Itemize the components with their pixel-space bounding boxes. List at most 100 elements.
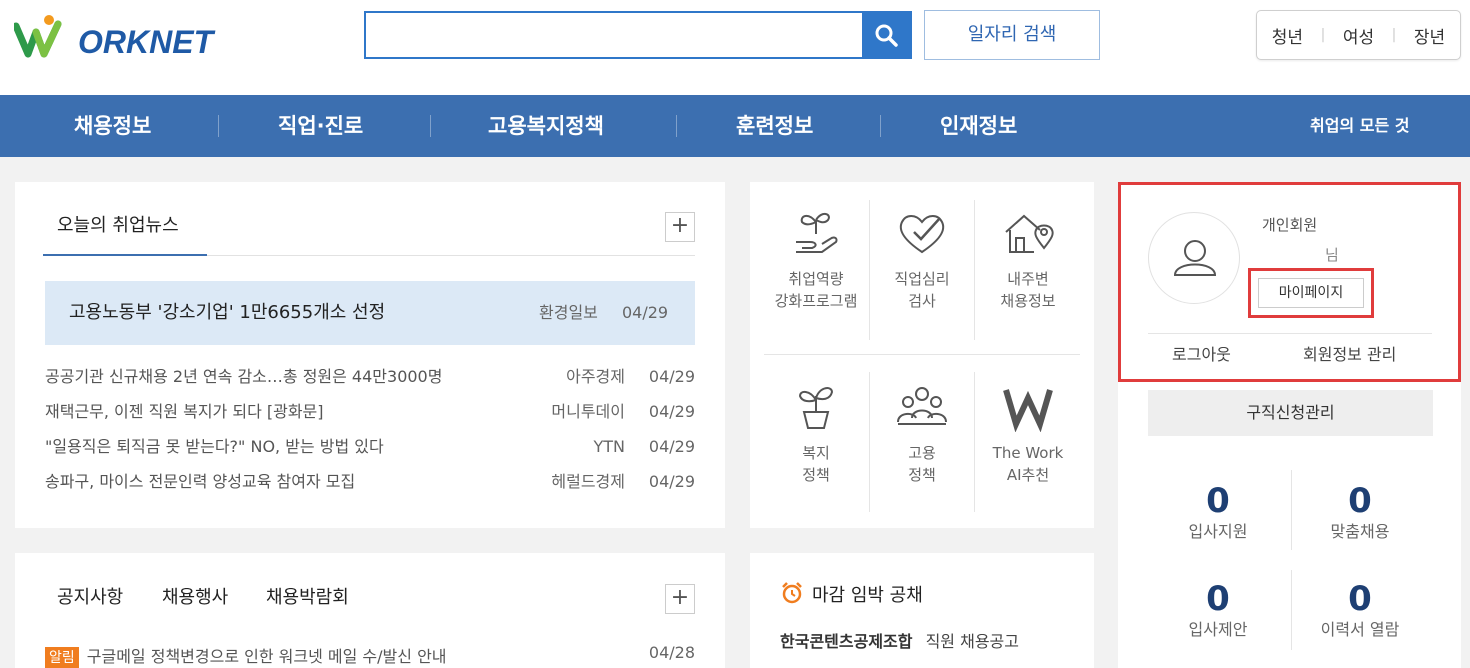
headline-title: 고용노동부 '강소기업' 1만6655개소 선정 bbox=[69, 302, 386, 323]
news-source: YTN bbox=[593, 437, 625, 456]
news-date: 04/29 bbox=[648, 402, 695, 421]
nav-divider bbox=[218, 115, 219, 137]
service-label-1: 내주변 bbox=[1007, 270, 1049, 288]
nav-divider bbox=[430, 115, 431, 137]
news-source: 헤럴드경제 bbox=[551, 472, 625, 491]
service-label-2: AI추천 bbox=[1006, 466, 1050, 484]
stat-offers[interactable]: 0 입사제안 bbox=[1148, 580, 1288, 642]
nav-item-training[interactable]: 훈련정보 bbox=[736, 95, 813, 157]
nav-item-all-about-jobs[interactable]: 취업의 모든 것 bbox=[1310, 95, 1409, 157]
stat-resume-views[interactable]: 0 이력서 열람 bbox=[1290, 580, 1430, 642]
divider bbox=[974, 200, 975, 340]
service-label-1: 직업심리 bbox=[894, 270, 950, 288]
user-icon bbox=[1173, 240, 1217, 276]
service-employment-policy[interactable]: 고용 정책 bbox=[870, 382, 974, 486]
stat-label: 이력서 열람 bbox=[1320, 620, 1400, 639]
service-nearby-jobs[interactable]: 내주변 채용정보 bbox=[976, 208, 1080, 312]
stat-value: 0 bbox=[1348, 481, 1372, 521]
heart-check-icon bbox=[899, 215, 945, 254]
search-icon bbox=[875, 24, 898, 47]
nav-item-job-info[interactable]: 채용정보 bbox=[74, 95, 151, 157]
member-suffix: 님 bbox=[1325, 246, 1339, 264]
news-title: "일용직은 퇴직금 못 받는다?" NO, 받는 방법 있다 bbox=[45, 437, 384, 456]
nav-divider bbox=[676, 115, 677, 137]
news-more-button[interactable]: + bbox=[665, 212, 695, 242]
tab-today-news[interactable]: 오늘의 취업뉴스 bbox=[43, 200, 207, 256]
stat-matched-jobs[interactable]: 0 맞춤채용 bbox=[1290, 482, 1430, 544]
service-competency-program[interactable]: 취업역량 강화프로그램 bbox=[764, 208, 868, 312]
logout-link[interactable]: 로그아웃 bbox=[1172, 342, 1231, 368]
headline-news[interactable]: 고용노동부 '강소기업' 1만6655개소 선정 환경일보 04/29 bbox=[45, 281, 695, 345]
headline-source: 환경일보 bbox=[539, 303, 598, 322]
nav-item-career[interactable]: 직업·진로 bbox=[278, 95, 363, 157]
member-info-link[interactable]: 회원정보 관리 bbox=[1303, 342, 1396, 368]
stat-label: 입사지원 bbox=[1188, 522, 1248, 541]
notice-item[interactable]: 알림 구글메일 정책변경으로 인한 워크넷 메일 수/발신 안내 04/28 bbox=[45, 643, 695, 668]
stat-label: 입사제안 bbox=[1188, 620, 1248, 639]
alarm-clock-icon bbox=[782, 582, 802, 604]
sprout-hand-icon bbox=[796, 213, 838, 253]
job-application-management[interactable]: 구직신청관리 bbox=[1148, 390, 1433, 436]
stat-applied[interactable]: 0 입사지원 bbox=[1148, 482, 1288, 544]
headline-date: 04/29 bbox=[622, 303, 669, 322]
news-item[interactable]: 공공기관 신규채용 2년 연속 감소…총 정원은 44만3000명 아주경제 0… bbox=[45, 362, 695, 392]
nav-divider bbox=[880, 115, 881, 137]
divider bbox=[1148, 333, 1432, 334]
w-letter-icon bbox=[1003, 389, 1053, 432]
nav-item-welfare-policy[interactable]: 고용복지정책 bbox=[488, 95, 604, 157]
group-link-senior[interactable]: 장년 bbox=[1414, 23, 1445, 48]
notice-date: 04/28 bbox=[648, 643, 695, 662]
stat-value: 0 bbox=[1206, 481, 1230, 521]
people-group-icon bbox=[897, 387, 947, 425]
news-item[interactable]: "일용직은 퇴직금 못 받는다?" NO, 받는 방법 있다 YTN 04/29 bbox=[45, 432, 695, 462]
notice-title: 구글메일 정책변경으로 인한 워크넷 메일 수/발신 안내 bbox=[86, 647, 447, 666]
service-label-1: The Work bbox=[992, 444, 1064, 462]
group-link-women[interactable]: 여성 bbox=[1343, 23, 1374, 48]
deadline-title: 마감 임박 공채 bbox=[780, 580, 923, 612]
stat-label: 맞춤채용 bbox=[1330, 522, 1390, 541]
logo-w-icon bbox=[14, 15, 62, 58]
service-label-2: 정책 bbox=[802, 466, 830, 484]
news-item[interactable]: 송파구, 마이스 전문인력 양성교육 참여자 모집 헤럴드경제 04/29 bbox=[45, 467, 695, 497]
worknet-logo[interactable]: ORKNET bbox=[14, 14, 214, 64]
mypage-button[interactable]: 마이페이지 bbox=[1258, 278, 1364, 308]
news-source: 머니투데이 bbox=[551, 402, 625, 421]
news-title: 재택근무, 이젠 직원 복지가 되다 [광화문] bbox=[45, 402, 324, 421]
notice-more-button[interactable]: + bbox=[665, 584, 695, 614]
header: ORKNET 일자리 검색 청년 | 여성 | 장년 bbox=[0, 0, 1470, 95]
news-item[interactable]: 재택근무, 이젠 직원 복지가 되다 [광화문] 머니투데이 04/29 bbox=[45, 397, 695, 427]
plant-pot-icon bbox=[798, 387, 834, 429]
divider bbox=[764, 354, 1080, 355]
news-date: 04/29 bbox=[648, 437, 695, 456]
news-date: 04/29 bbox=[648, 472, 695, 491]
stat-value: 0 bbox=[1348, 579, 1372, 619]
search-box bbox=[364, 11, 912, 59]
tab-job-fair[interactable]: 채용박람회 bbox=[266, 574, 349, 622]
news-title: 공공기관 신규채용 2년 연속 감소…총 정원은 44만3000명 bbox=[45, 367, 443, 386]
divider bbox=[974, 372, 975, 512]
group-link-youth[interactable]: 청년 bbox=[1272, 23, 1303, 48]
service-thework-ai[interactable]: The Work AI추천 bbox=[976, 382, 1080, 486]
service-psych-test[interactable]: 직업심리 검사 bbox=[870, 208, 974, 312]
service-label-2: 강화프로그램 bbox=[774, 292, 858, 310]
divider: | bbox=[1320, 27, 1326, 43]
deadline-item-title: 직원 채용공고 bbox=[925, 632, 1019, 651]
deadline-company: 한국콘텐츠공제조합 bbox=[780, 632, 913, 651]
search-button[interactable] bbox=[862, 13, 910, 57]
search-input[interactable] bbox=[366, 13, 862, 57]
news-date: 04/29 bbox=[648, 367, 695, 386]
service-welfare-policy[interactable]: 복지 정책 bbox=[764, 382, 868, 486]
stat-value: 0 bbox=[1206, 579, 1230, 619]
deadline-item[interactable]: 한국콘텐츠공제조합 직원 채용공고 bbox=[780, 628, 1019, 656]
service-label-1: 취업역량 bbox=[788, 270, 844, 288]
news-source: 아주경제 bbox=[566, 367, 625, 386]
member-type: 개인회원 bbox=[1262, 216, 1318, 234]
job-search-button[interactable]: 일자리 검색 bbox=[924, 10, 1100, 60]
divider: | bbox=[1391, 27, 1397, 43]
nav-item-talent[interactable]: 인재정보 bbox=[940, 95, 1017, 157]
tab-notice[interactable]: 공지사항 bbox=[57, 574, 123, 622]
service-label-1: 복지 bbox=[802, 444, 830, 462]
deadline-title-text: 마감 임박 공채 bbox=[812, 585, 923, 606]
logo-text: ORKNET bbox=[78, 24, 214, 60]
tab-hiring-events[interactable]: 채용행사 bbox=[162, 574, 228, 622]
